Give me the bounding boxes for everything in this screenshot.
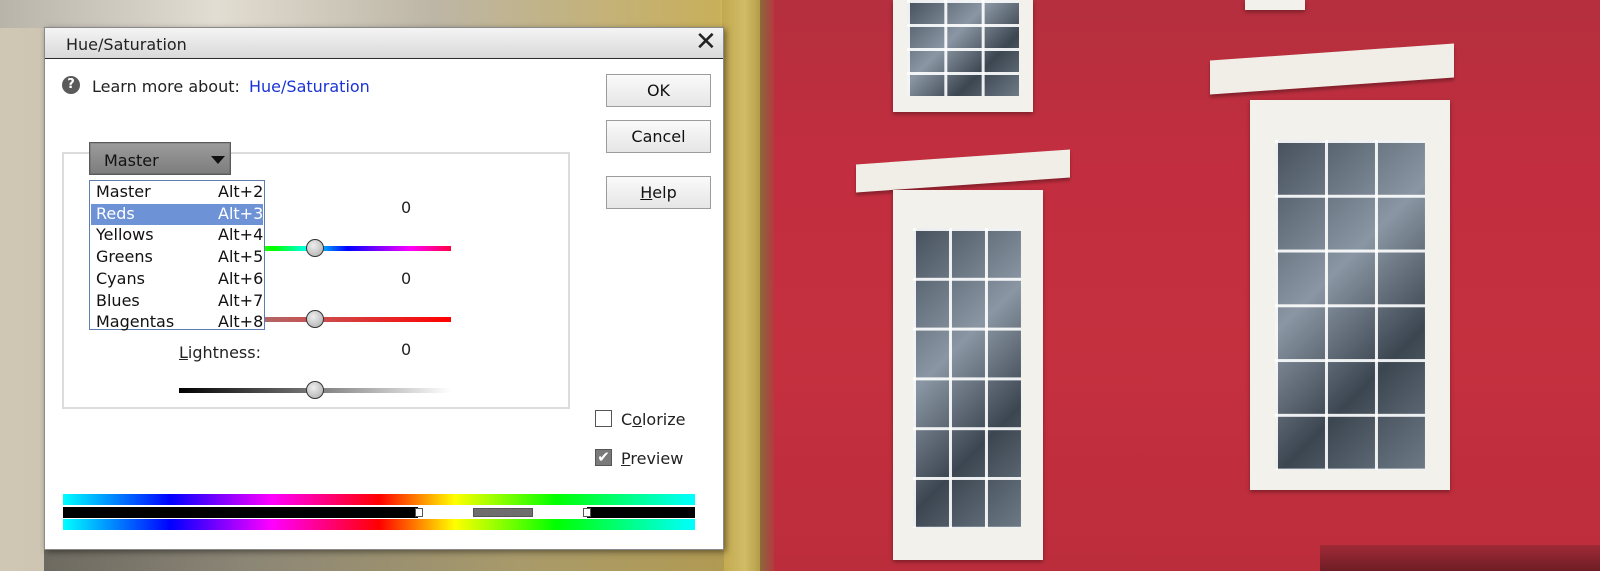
channel-option-shortcut: Alt+6 [218, 268, 264, 288]
lightness-label: Lightness: [179, 343, 261, 362]
close-icon[interactable]: ✕ [695, 29, 717, 55]
channel-option-cyans[interactable]: Cyans Alt+6 [91, 269, 263, 290]
photo-window-right [1250, 100, 1450, 490]
channel-option-shortcut: Alt+5 [218, 247, 264, 267]
hue-slider-thumb[interactable] [306, 239, 324, 257]
color-range-bar[interactable] [63, 507, 695, 518]
channel-option-shortcut: Alt+2 [218, 182, 264, 201]
colorize-label-mnemonic: o [632, 410, 642, 429]
saturation-slider-thumb[interactable] [306, 310, 324, 328]
help-button-mnemonic: H [640, 183, 653, 202]
channel-option-shortcut: Alt+7 [218, 290, 264, 310]
preview-label-post: review [630, 449, 684, 468]
range-center-handle[interactable] [473, 508, 533, 517]
channel-dropdown[interactable]: Master [89, 142, 231, 175]
colorize-label-post: lorize [641, 410, 686, 429]
channel-option-label: Magentas [96, 312, 175, 332]
channel-option-shortcut: Alt+4 [218, 225, 264, 245]
bottom-spectrum-bar [63, 519, 695, 530]
channel-option-greens[interactable]: Greens Alt+5 [91, 247, 263, 268]
hue-value[interactable]: 0 [401, 198, 411, 217]
photo-window-top-right [1245, 0, 1305, 10]
channel-option-label: Reds [96, 203, 135, 223]
channel-option-label: Greens [96, 247, 153, 267]
chevron-down-icon [211, 156, 225, 164]
preview-label[interactable]: Preview [621, 449, 683, 468]
colorize-checkbox[interactable] [595, 410, 612, 427]
ok-button[interactable]: OK [606, 74, 711, 107]
photo-wall-edge [760, 0, 774, 571]
channel-menu: Master Alt+2 Reds Alt+3 Yellows Alt+4 Greens Al… [89, 180, 265, 333]
channel-option-label: Master [96, 182, 151, 201]
photo-window-top [893, 0, 1033, 112]
range-right-outer-handle[interactable] [583, 508, 591, 517]
lightness-value[interactable]: 0 [401, 340, 411, 359]
help-circle-icon: ? [62, 76, 80, 94]
channel-option-reds[interactable]: Reds Alt+3 [91, 203, 264, 225]
preview-checkbox[interactable]: ✔ [595, 449, 612, 466]
channel-option-master[interactable]: Master Alt+2 [91, 182, 263, 203]
help-button-post: elp [652, 183, 677, 202]
learn-more-label: Learn more about: [92, 77, 240, 96]
learn-more-link[interactable]: Hue/Saturation [249, 77, 370, 96]
lightness-label-post: ightness: [187, 343, 261, 362]
channel-option-blues[interactable]: Blues Alt+7 [91, 291, 263, 312]
dialog-title: Hue/Saturation [66, 35, 187, 54]
lightness-slider-thumb[interactable] [306, 381, 324, 399]
photo-left-top [0, 0, 720, 28]
channel-option-yellows[interactable]: Yellows Alt+4 [91, 225, 263, 246]
help-button[interactable]: Help [606, 176, 711, 209]
channel-dropdown-value: Master [104, 151, 159, 170]
colorize-label[interactable]: Colorize [621, 410, 685, 429]
lightness-label-mnemonic: L [179, 343, 188, 362]
preview-label-mnemonic: P [621, 449, 631, 468]
channel-option-label: Blues [96, 290, 140, 310]
channel-option-shortcut: Alt+8 [218, 312, 264, 332]
photo-window-middle [893, 190, 1043, 560]
colorize-label-pre: C [621, 410, 633, 429]
channel-option-label: Yellows [96, 225, 154, 245]
saturation-value[interactable]: 0 [401, 269, 411, 288]
checkmark-icon: ✔ [597, 448, 610, 466]
photo-left-bottom [44, 548, 724, 571]
photo-red-wall [760, 0, 1600, 571]
channel-option-magentas[interactable]: Magentas Alt+8 [91, 312, 263, 333]
channel-option-label: Cyans [96, 268, 145, 288]
range-left-outer-handle[interactable] [415, 508, 423, 517]
channel-option-shortcut: Alt+3 [218, 203, 264, 223]
photo-wall-bottom [1320, 545, 1600, 571]
cancel-button[interactable]: Cancel [606, 120, 711, 153]
hue-saturation-dialog: Hue/Saturation ✕ ? Learn more about: Hue… [44, 27, 724, 550]
photo-yellow-column [722, 0, 760, 571]
top-spectrum-bar [63, 494, 695, 505]
dialog-titlebar[interactable]: Hue/Saturation ✕ [45, 28, 723, 59]
